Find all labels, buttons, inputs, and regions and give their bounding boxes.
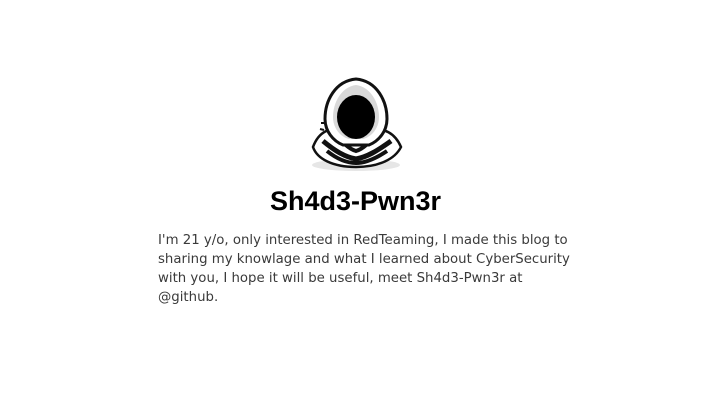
profile-page: Sh4d3-Pwn3r I'm 21 y/o, only interested …: [0, 0, 717, 400]
profile-bio: I'm 21 y/o, only interested in RedTeamin…: [158, 233, 570, 305]
hooded-figure-icon: [305, 75, 407, 173]
profile-name: Sh4d3-Pwn3r: [269, 186, 442, 216]
